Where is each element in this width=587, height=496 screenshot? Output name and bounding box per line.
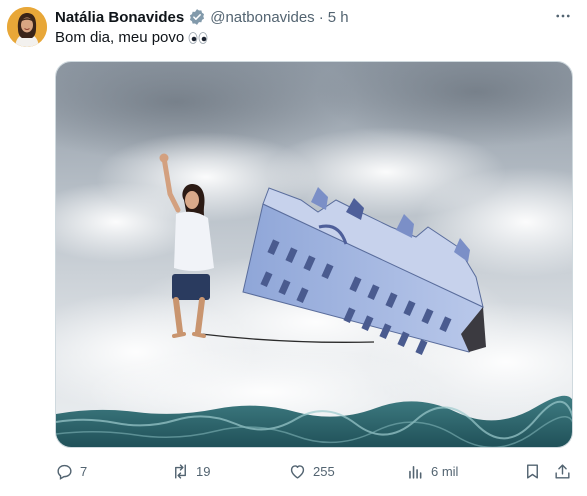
share-button[interactable] [553, 458, 572, 484]
like-count: 255 [313, 463, 335, 479]
views-count: 6 mil [431, 463, 459, 479]
eyes-emoji [188, 31, 208, 45]
reply-button[interactable]: 7 [55, 458, 87, 484]
tweet-header: Natália Bonavides @natbonavides · 5 h [55, 7, 349, 27]
avatar-image [7, 7, 47, 47]
views-button[interactable]: 6 mil [406, 458, 458, 484]
heart-icon [290, 464, 305, 479]
reply-icon [57, 464, 72, 480]
verified-badge-icon[interactable] [188, 8, 206, 26]
bookmark-button[interactable] [523, 458, 542, 484]
like-button[interactable]: 255 [288, 458, 335, 484]
tweet-actions: 7 19 255 6 mil [55, 458, 573, 484]
analytics-icon [409, 465, 422, 479]
bookmark-icon [527, 463, 538, 479]
more-icon[interactable] [553, 6, 573, 26]
author-name[interactable]: Natália Bonavides [55, 9, 184, 26]
share-icon [555, 463, 570, 479]
avatar[interactable] [7, 7, 47, 47]
header-separator: · [318, 8, 324, 26]
tweet-time[interactable]: 5 h [328, 9, 349, 26]
tweet-text: Bom dia, meu povo [55, 29, 185, 46]
tweet-photo [56, 62, 572, 447]
author-handle[interactable]: @natbonavides [210, 9, 314, 26]
repost-count: 19 [196, 463, 211, 479]
repost-icon [175, 463, 186, 479]
tweet-media[interactable] [55, 61, 573, 448]
tweet-text-row: Bom dia, meu povo [55, 29, 208, 46]
reply-count: 7 [80, 463, 88, 479]
repost-button[interactable]: 19 [171, 458, 210, 484]
